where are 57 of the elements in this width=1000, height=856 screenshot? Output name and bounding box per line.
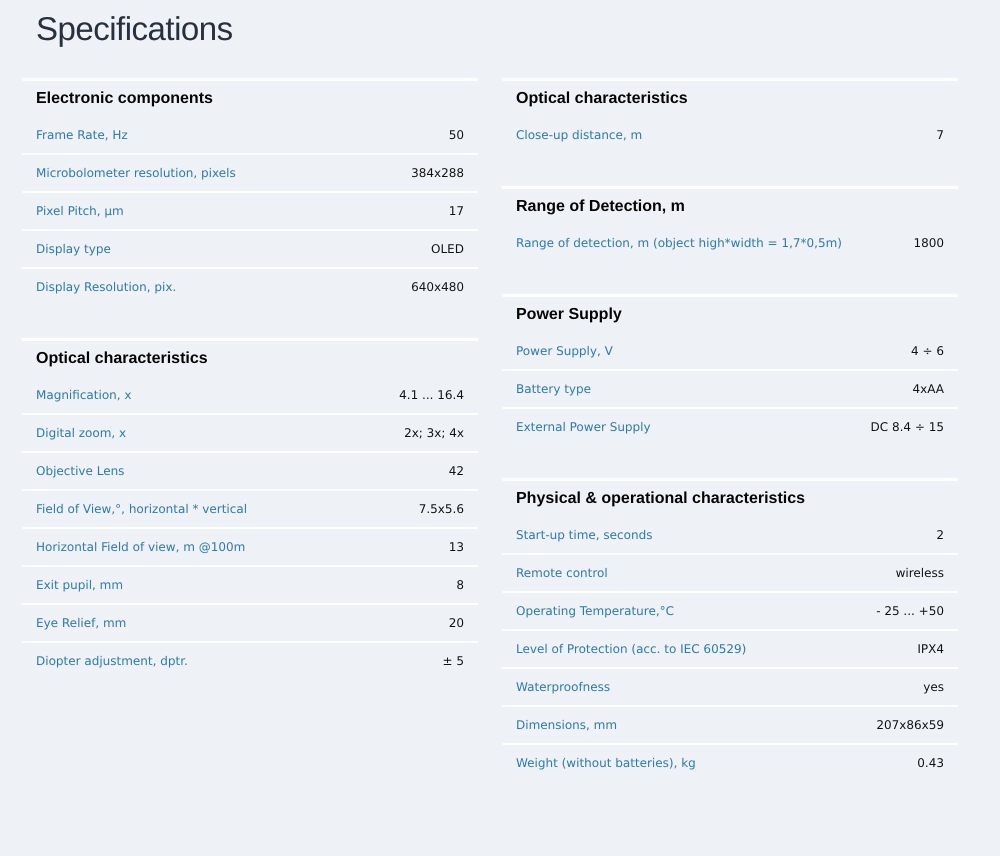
spec-label: Start-up time, seconds xyxy=(516,528,652,542)
spec-label: Field of View,°, horizontal * vertical xyxy=(36,502,248,516)
spec-label: Waterproofness xyxy=(516,680,610,694)
section-heading: Electronic components xyxy=(35,89,214,109)
spec-value: 1800 xyxy=(913,236,944,250)
spec-label: Power Supply, V xyxy=(516,344,613,358)
spec-value: 640x480 xyxy=(411,280,464,294)
section-heading: Optical characteristics xyxy=(35,349,209,369)
spec-value: yes xyxy=(923,680,944,694)
spec-value: 50 xyxy=(448,128,464,142)
spec-label: Exit pupil, mm xyxy=(36,578,124,592)
spec-label: Eye Relief, mm xyxy=(36,616,126,630)
spec-label: Battery type xyxy=(516,382,592,396)
spec-value: - 25 ... +50 xyxy=(876,604,944,618)
section-heading: Physical & operational characteristics xyxy=(515,489,806,509)
spec-label: Display type xyxy=(36,242,111,256)
spec-value: 42 xyxy=(448,464,464,478)
spec-label: Remote control xyxy=(516,566,608,580)
spec-label: Diopter adjustment, dptr. xyxy=(36,654,188,668)
spec-label: Objective Lens xyxy=(36,464,124,478)
spec-label: Digital zoom, x xyxy=(36,426,126,440)
section-heading: Power Supply xyxy=(515,305,623,325)
spec-value: 20 xyxy=(448,616,464,630)
spec-label: Magnification, x xyxy=(36,388,132,402)
spec-label: Weight (without batteries), kg xyxy=(516,756,696,770)
spec-value: 4.1 ... 16.4 xyxy=(399,388,464,402)
spec-label: Microbolometer resolution, pixels xyxy=(36,166,236,180)
spec-label: Level of Protection (acc. to IEC 60529) xyxy=(516,642,746,656)
spec-label: Dimensions, mm xyxy=(516,718,618,732)
section-heading: Optical characteristics xyxy=(515,89,689,109)
spec-value: DC 8.4 ÷ 15 xyxy=(870,420,944,434)
spec-value: 4 ÷ 6 xyxy=(911,344,944,358)
spec-label: Display Resolution, pix. xyxy=(36,280,176,294)
spec-value: 17 xyxy=(448,204,464,218)
spec-label: Horizontal Field of view, m @100m xyxy=(36,540,246,554)
spec-label: Frame Rate, Hz xyxy=(36,128,128,142)
spec-value: 0.43 xyxy=(917,756,944,770)
spec-value: 384x288 xyxy=(411,166,464,180)
page-title: Specifications xyxy=(35,9,234,49)
spec-value: 7.5x5.6 xyxy=(418,502,464,516)
spec-value: OLED xyxy=(431,242,464,256)
spec-label: Close-up distance, m xyxy=(516,128,642,142)
spec-value: 4xAA xyxy=(912,382,944,396)
spec-value: 2 xyxy=(936,528,944,542)
spec-label: External Power Supply xyxy=(516,420,651,434)
spec-value: 7 xyxy=(936,128,944,142)
spec-label: Range of detection, m (object high*width = 1,7*0,5m) xyxy=(516,236,842,250)
spec-value: 2x; 3x; 4x xyxy=(404,426,464,440)
spec-value: 8 xyxy=(456,578,464,592)
section-heading: Range of Detection, m xyxy=(515,197,686,217)
spec-label: Operating Temperature,°C xyxy=(516,604,674,618)
spec-label: Pixel Pitch, µm xyxy=(36,204,124,218)
spec-value: 13 xyxy=(448,540,464,554)
spec-value: IPX4 xyxy=(917,642,944,656)
spec-value: wireless xyxy=(896,566,944,580)
spec-value: 207x86x59 xyxy=(876,718,944,732)
spec-value: ± 5 xyxy=(442,654,464,668)
